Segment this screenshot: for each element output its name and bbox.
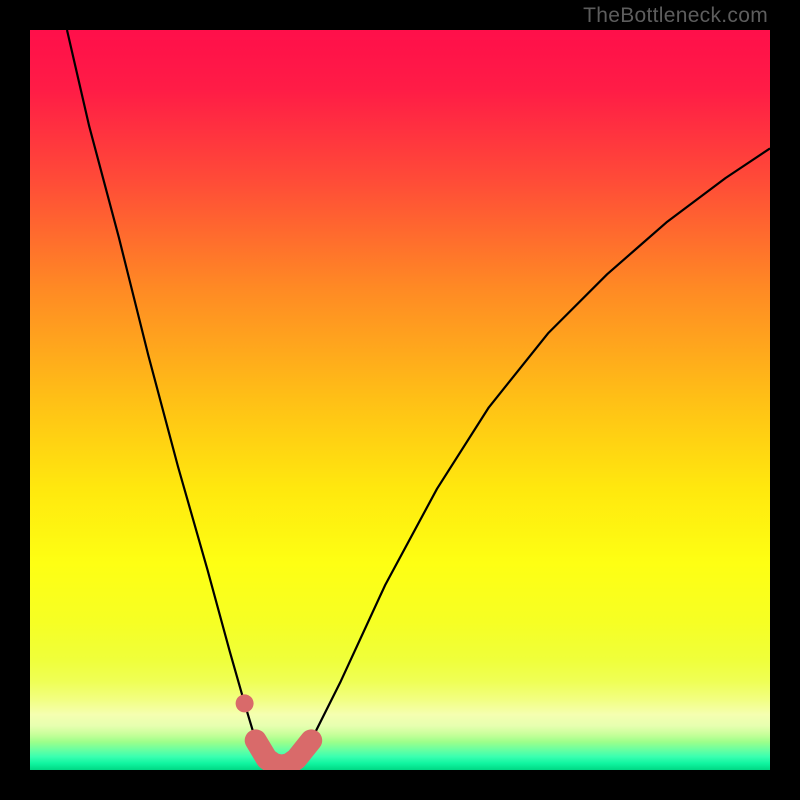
watermark: TheBottleneck.com [583,4,768,28]
chart-frame [0,0,800,800]
